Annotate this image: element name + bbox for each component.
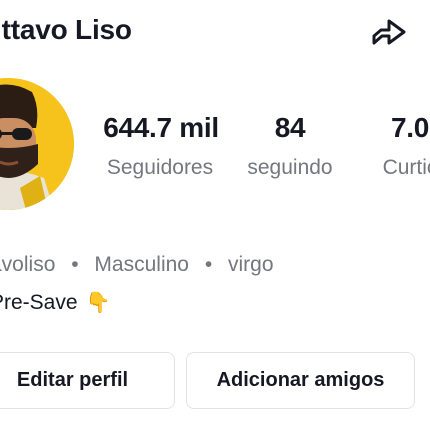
meta-gender: Masculino — [94, 253, 189, 276]
profile-bio: Pre-Save 👇 — [0, 290, 110, 315]
followers-count[interactable]: 644.7 mil — [103, 112, 219, 144]
avatar-image — [0, 78, 74, 210]
avatar[interactable] — [0, 78, 74, 210]
edit-profile-button[interactable]: Editar perfil — [0, 352, 175, 409]
likes-count[interactable]: 7.0 — [391, 112, 429, 144]
pointing-down-emoji: 👇 — [85, 292, 111, 314]
meta-separator: • — [71, 253, 79, 276]
bio-text: Pre-Save — [0, 291, 78, 314]
profile-name: ıttavo Liso — [0, 14, 132, 45]
share-arrow-icon[interactable] — [366, 13, 410, 51]
following-count[interactable]: 84 — [275, 112, 306, 144]
add-friends-button[interactable]: Adicionar amigos — [186, 352, 415, 409]
following-label[interactable]: seguindo — [247, 156, 332, 180]
meta-separator: • — [204, 253, 213, 276]
followers-label[interactable]: Seguidores — [107, 156, 213, 180]
meta-sign: virgo — [228, 253, 274, 276]
profile-meta: avoliso • Masculino • virgo — [0, 253, 274, 277]
likes-label[interactable]: Curtic — [383, 156, 430, 180]
profile-screen: ıttavo Liso 644.7 mil Seguidores 84 segu… — [0, 0, 430, 430]
meta-username: avoliso — [0, 253, 56, 276]
